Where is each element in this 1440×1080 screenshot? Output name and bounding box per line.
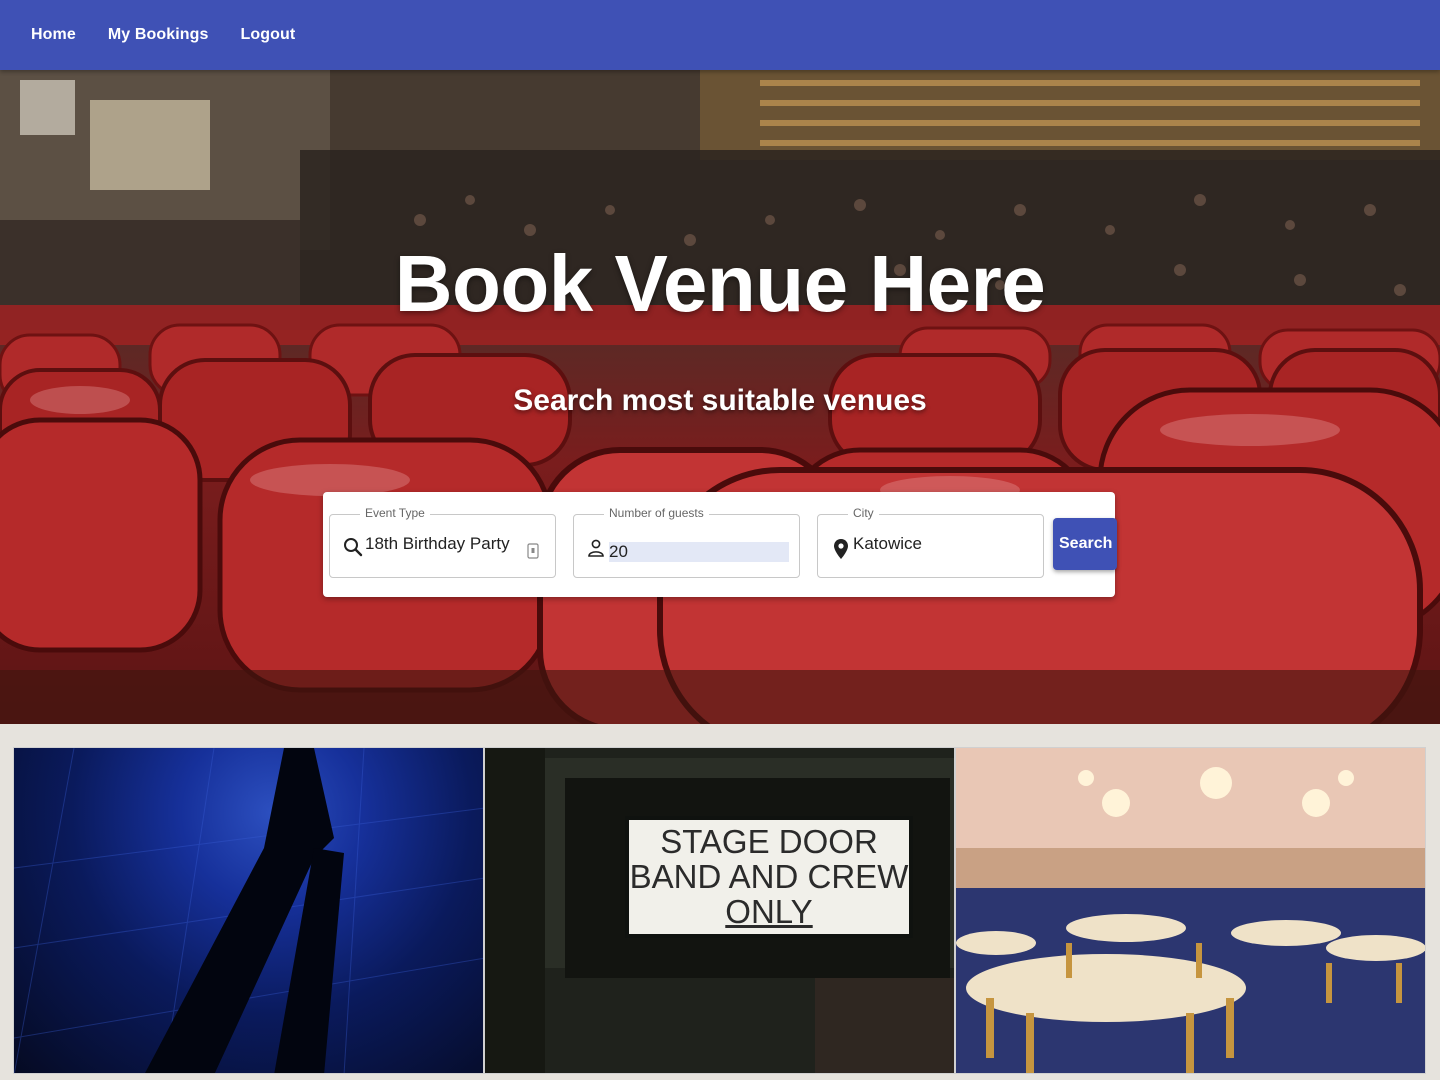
event-type-label: Event Type xyxy=(360,506,430,520)
event-type-value[interactable]: 18th Birthday Party xyxy=(365,534,510,554)
gallery-tile-banquet-hall[interactable] xyxy=(955,747,1426,1074)
shadow-image xyxy=(14,748,483,1073)
search-card: Event Type 18th Birthday Party Number of… xyxy=(323,492,1117,597)
sign-line-3: ONLY xyxy=(725,893,813,930)
city-value[interactable]: Katowice xyxy=(853,534,922,554)
guests-field[interactable]: Number of guests xyxy=(573,506,800,578)
city-label: City xyxy=(848,506,879,520)
hero-subtitle: Search most suitable venues xyxy=(513,384,927,417)
gallery-tile-shadow[interactable] xyxy=(13,747,484,1074)
city-field[interactable]: City Katowice xyxy=(817,506,1044,578)
nav-logout-link[interactable]: Logout xyxy=(241,26,296,44)
event-type-field[interactable]: Event Type 18th Birthday Party xyxy=(329,506,556,578)
search-icon xyxy=(343,537,363,562)
guests-input[interactable] xyxy=(609,542,789,562)
guests-label: Number of guests xyxy=(604,506,709,520)
nav-home-link[interactable]: Home xyxy=(31,26,76,44)
nav-my-bookings-link[interactable]: My Bookings xyxy=(108,26,209,44)
hero-banner: Book Venue Here Search most suitable ven… xyxy=(0,70,1440,724)
hero-title: Book Venue Here xyxy=(394,239,1046,328)
gallery-tile-stage-door[interactable]: STAGE DOOR BAND AND CREW ONLY xyxy=(484,747,955,1074)
autofill-icon[interactable] xyxy=(527,543,539,564)
venue-gallery: STAGE DOOR BAND AND CREW ONLY xyxy=(0,724,1440,1080)
search-button[interactable]: Search xyxy=(1053,518,1117,570)
sign-line-1: STAGE DOOR xyxy=(660,823,878,860)
stage-door-sign: STAGE DOOR BAND AND CREW ONLY xyxy=(629,820,909,934)
person-icon xyxy=(587,539,605,562)
banquet-hall-image xyxy=(956,748,1425,1073)
location-pin-icon xyxy=(833,538,849,565)
top-navbar: Home My Bookings Logout xyxy=(0,0,1440,70)
sign-line-2: BAND AND CREW xyxy=(629,858,909,895)
